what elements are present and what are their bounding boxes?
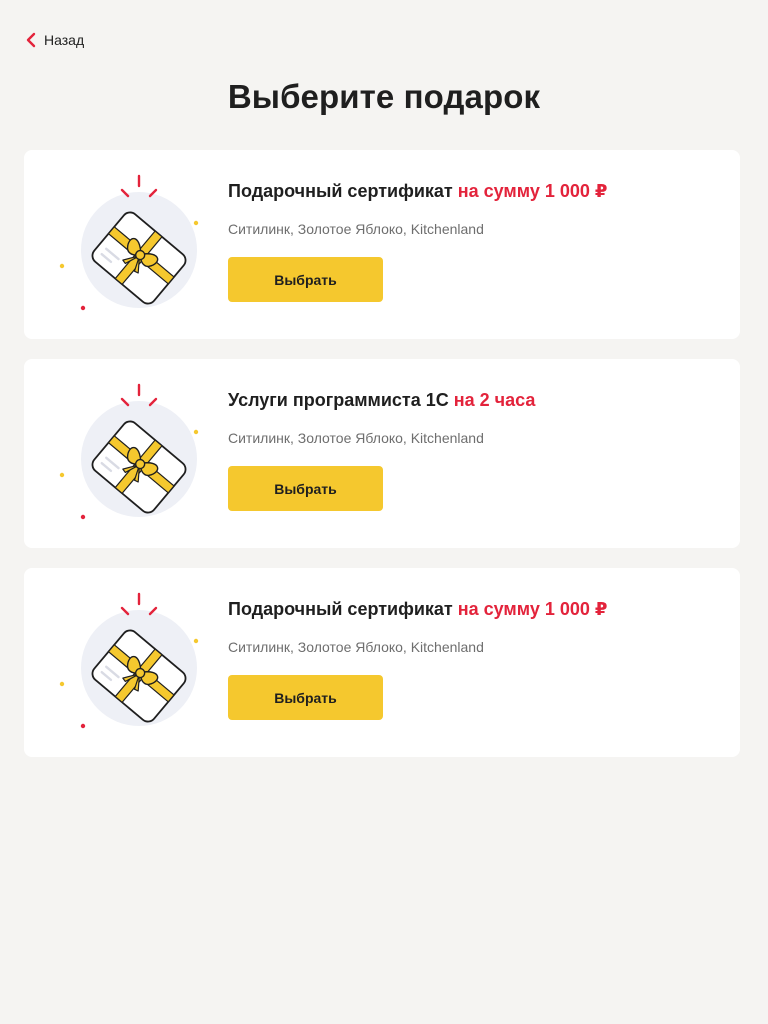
- gift-stores: Ситилинк, Золотое Яблоко, Kitchenland: [228, 639, 484, 655]
- gift-stores: Ситилинк, Золотое Яблоко, Kitchenland: [228, 221, 484, 237]
- gift-card: Подарочный сертификат на сумму 1 000 ₽ С…: [24, 568, 740, 757]
- gift-info: Услуги программиста 1С на 2 часа Ситилин…: [228, 389, 708, 511]
- gift-info: Подарочный сертификат на сумму 1 000 ₽ С…: [228, 598, 708, 720]
- gift-title: Услуги программиста 1С на 2 часа: [228, 389, 708, 411]
- gift-title-main: Услуги программиста 1С: [228, 390, 449, 410]
- gift-card-icon: [58, 383, 200, 521]
- gift-title-main: Подарочный сертификат: [228, 181, 453, 201]
- gift-card: Услуги программиста 1С на 2 часа Ситилин…: [24, 359, 740, 548]
- gift-title: Подарочный сертификат на сумму 1 000 ₽: [228, 180, 708, 202]
- gift-title-main: Подарочный сертификат: [228, 599, 453, 619]
- gift-title-accent: на сумму 1 000 ₽: [457, 599, 608, 619]
- choose-button[interactable]: Выбрать: [228, 257, 383, 302]
- gift-list: Подарочный сертификат на сумму 1 000 ₽ С…: [24, 150, 740, 757]
- gift-title: Подарочный сертификат на сумму 1 000 ₽: [228, 598, 708, 620]
- back-link[interactable]: Назад: [24, 28, 84, 52]
- back-label: Назад: [44, 32, 85, 48]
- gift-title-accent: на 2 часа: [453, 390, 536, 410]
- chevron-left-icon: [24, 32, 38, 48]
- gift-stores: Ситилинк, Золотое Яблоко, Kitchenland: [228, 430, 484, 446]
- gift-card-icon: [58, 174, 200, 312]
- gift-card-icon: [58, 592, 200, 730]
- choose-button[interactable]: Выбрать: [228, 466, 383, 511]
- gift-info: Подарочный сертификат на сумму 1 000 ₽ С…: [228, 180, 708, 302]
- gift-title-accent: на сумму 1 000 ₽: [457, 181, 608, 201]
- page-title: Выберите подарок: [227, 78, 541, 115]
- gift-card: Подарочный сертификат на сумму 1 000 ₽ С…: [24, 150, 740, 339]
- choose-button[interactable]: Выбрать: [228, 675, 383, 720]
